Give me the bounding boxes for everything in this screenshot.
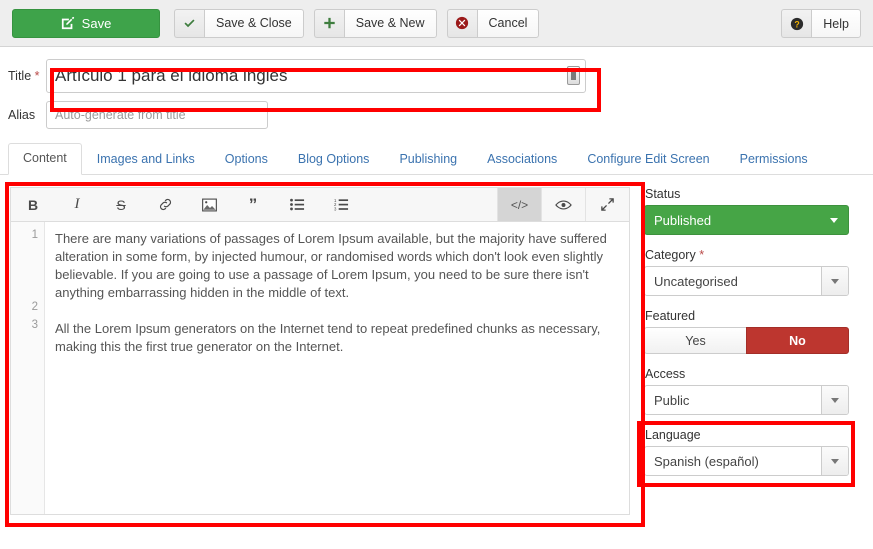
access-block: Access Public xyxy=(644,367,849,415)
category-caret-box[interactable] xyxy=(821,267,848,295)
chevron-down-icon xyxy=(831,458,839,464)
alias-input[interactable] xyxy=(46,101,268,129)
language-value: Spanish (español) xyxy=(654,453,759,469)
editor-text-area[interactable]: There are many variations of passages of… xyxy=(45,222,629,514)
preview-eye-icon[interactable] xyxy=(541,188,585,221)
plus-icon[interactable] xyxy=(313,8,344,38)
circle-x-icon[interactable] xyxy=(446,8,477,38)
unordered-list-icon[interactable] xyxy=(275,188,319,221)
main-columns: B I S ” 1 2 3 </> 1 2 3 There are many v… xyxy=(0,175,873,527)
tab-options[interactable]: Options xyxy=(210,144,283,175)
status-value: Published xyxy=(654,212,712,228)
tab-associations[interactable]: Associations xyxy=(472,144,572,175)
title-row: Title * xyxy=(0,59,873,93)
save-button[interactable]: Save xyxy=(12,8,160,38)
access-caret-box[interactable] xyxy=(821,386,848,414)
language-caret-box[interactable] xyxy=(821,447,848,475)
save-new-button[interactable]: Save & New xyxy=(343,8,437,38)
title-input[interactable] xyxy=(46,59,586,93)
category-required-marker: * xyxy=(699,248,705,262)
edit-square-icon xyxy=(61,16,75,30)
editor-paragraph: All the Lorem Ipsum generators on the In… xyxy=(55,321,601,354)
access-value: Public xyxy=(654,392,690,408)
image-icon[interactable] xyxy=(187,188,231,221)
category-label: Category * xyxy=(645,248,849,262)
status-select[interactable]: Published xyxy=(644,205,849,235)
category-block: Category * Uncategorised xyxy=(644,248,849,296)
italic-icon[interactable]: I xyxy=(55,188,99,221)
tab-images-and-links[interactable]: Images and Links xyxy=(82,144,210,175)
code-view-glyph: </> xyxy=(510,197,529,212)
access-select[interactable]: Public xyxy=(644,385,849,415)
bold-icon[interactable]: B xyxy=(11,188,55,221)
tab-bar: Content Images and Links Options Blog Op… xyxy=(0,143,873,175)
cancel-group[interactable]: Cancel xyxy=(446,8,540,38)
alias-label: Alias xyxy=(8,108,36,122)
save-close-button[interactable]: Save & Close xyxy=(204,8,304,38)
chevron-down-icon xyxy=(831,278,839,284)
category-value: Uncategorised xyxy=(654,273,738,289)
cancel-button[interactable]: Cancel xyxy=(476,8,540,38)
line-number: 1 xyxy=(31,229,38,241)
category-label-text: Category xyxy=(645,248,696,262)
save-close-group[interactable]: Save & Close xyxy=(174,8,304,38)
strikethrough-icon[interactable]: S xyxy=(99,188,143,221)
chevron-down-icon xyxy=(830,218,838,223)
alias-row: Alias xyxy=(0,101,873,129)
top-toolbar: Save Save & Close Save & New Cancel ? He… xyxy=(0,0,873,47)
language-block: Language Spanish (español) xyxy=(637,421,855,487)
tab-blog-options[interactable]: Blog Options xyxy=(283,144,385,175)
quote-icon[interactable]: ” xyxy=(231,188,275,221)
category-select[interactable]: Uncategorised xyxy=(644,266,849,296)
fullscreen-icon[interactable] xyxy=(585,188,629,221)
featured-label: Featured xyxy=(645,309,696,323)
form-area: Title * Alias xyxy=(0,47,873,129)
help-group[interactable]: ? Help xyxy=(781,9,861,38)
editor-paragraph: There are many variations of passages of… xyxy=(55,231,607,300)
sidebar-column: Status Published Category * Uncategorise… xyxy=(637,187,855,515)
chevron-down-icon xyxy=(831,397,839,403)
title-field-wrapper xyxy=(46,59,586,93)
ordered-list-icon[interactable]: 1 2 3 xyxy=(319,188,363,221)
featured-yes-button[interactable]: Yes xyxy=(644,327,746,354)
editor-column: B I S ” 1 2 3 </> 1 2 3 There are many v… xyxy=(5,182,645,527)
title-label: Title * xyxy=(0,69,46,83)
line-number: 2 xyxy=(31,301,38,313)
source-editor: B I S ” 1 2 3 </> 1 2 3 There are many v… xyxy=(10,187,630,515)
check-icon[interactable] xyxy=(174,8,204,38)
tab-content[interactable]: Content xyxy=(8,143,82,175)
title-required-marker: * xyxy=(34,69,40,83)
featured-block: Featured Yes No xyxy=(644,309,849,354)
status-block: Status Published xyxy=(644,187,849,235)
access-label: Access xyxy=(645,367,686,381)
autofill-icon[interactable] xyxy=(567,66,580,85)
editor-body[interactable]: 1 2 3 There are many variations of passa… xyxy=(11,222,629,514)
featured-toggle[interactable]: Yes No xyxy=(644,327,849,354)
line-number: 3 xyxy=(31,319,38,331)
question-circle-icon[interactable]: ? xyxy=(781,9,812,38)
svg-text:3: 3 xyxy=(334,207,337,211)
save-new-group[interactable]: Save & New xyxy=(313,8,437,38)
editor-toolbar: B I S ” 1 2 3 </> xyxy=(11,188,629,222)
code-view-icon[interactable]: </> xyxy=(497,188,541,221)
tab-publishing[interactable]: Publishing xyxy=(384,144,472,175)
status-label: Status xyxy=(645,187,681,201)
tab-permissions[interactable]: Permissions xyxy=(725,144,823,175)
language-label: Language xyxy=(645,428,701,442)
svg-text:?: ? xyxy=(794,19,799,29)
tab-configure-edit-screen[interactable]: Configure Edit Screen xyxy=(572,144,724,175)
save-button-label: Save xyxy=(81,15,112,31)
language-select[interactable]: Spanish (español) xyxy=(644,446,849,476)
help-button[interactable]: Help xyxy=(811,9,861,38)
featured-no-button[interactable]: No xyxy=(746,327,849,354)
line-number-gutter: 1 2 3 xyxy=(11,222,45,514)
link-icon[interactable] xyxy=(143,188,187,221)
title-label-text: Title xyxy=(8,69,32,83)
